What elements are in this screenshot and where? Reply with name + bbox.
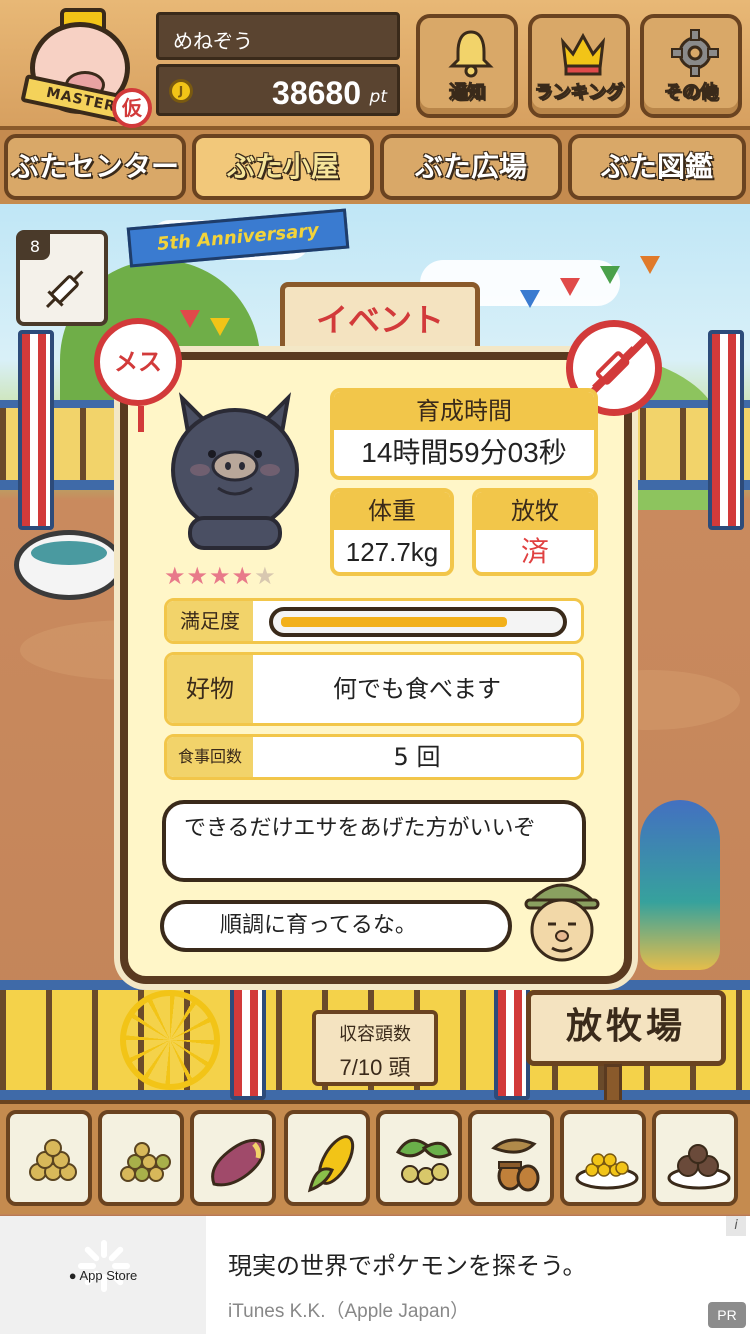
favorite-food-label: 好物 [167,655,253,723]
crown-icon [560,32,606,76]
mixed-beans-icon [120,1142,171,1182]
main-tab-bar: ぶたセンター ぶた小屋 ぶた広場 ぶた図鑑 [0,130,750,204]
weight-value: 127.7kg [345,537,439,567]
vaccine-count: 8 [20,234,50,260]
food-bar [0,1100,750,1214]
tab-pig-encyclopedia[interactable]: ぶた図鑑 [568,134,746,200]
food-leafy-nuts[interactable] [376,1110,462,1206]
food-corn[interactable] [284,1110,370,1206]
coin-icon: J [169,79,193,103]
grain-plate-icon [575,1153,639,1190]
satisfaction-row: 満足度 [164,598,584,644]
event-sign[interactable]: イベント [280,282,480,362]
striped-pole [708,330,744,530]
favorite-food-row: 好物 何でも食べます [164,652,584,726]
ranking-button[interactable]: ランキング [528,14,630,118]
tab-pig-hut[interactable]: ぶた小屋 [192,134,374,200]
bunting-flag [210,318,230,336]
tab-pig-plaza[interactable]: ぶた広場 [380,134,562,200]
meal-count-value: 5 回 [393,743,441,771]
sweet-potato-icon [211,1138,265,1187]
meal-count-row: 食事回数 5 回 [164,734,584,780]
striped-pole [494,980,530,1100]
capacity-value: 7/10 頭 [339,1055,411,1080]
notification-label: 通知 [449,82,486,104]
striped-pole [18,330,54,530]
notification-button[interactable]: 通知 [416,14,518,118]
rating-star: ★ [231,562,255,590]
ad-image[interactable]: ● App Store [0,1216,206,1334]
player-avatar[interactable]: MASTER 仮 [16,8,152,128]
bunting-flag [640,256,660,274]
sign-pole [604,1064,622,1104]
pasture-button[interactable]: 放牧場 [526,990,726,1066]
comment-speech-bubble: 順調に育ってるな。 [160,900,512,952]
food-sweet-potato[interactable] [190,1110,276,1206]
farmer-icon [524,883,600,962]
app-store-label: ● App Store [68,1268,138,1283]
rating-star: ★ [254,562,277,590]
bunting-flag [560,278,580,296]
food-mixed-beans[interactable] [98,1110,184,1206]
satisfaction-meter [269,607,567,637]
grazing-label: 放牧 [476,492,594,530]
other-button[interactable]: その他 [640,14,742,118]
rarity-stars: ★★★★★ [164,562,277,590]
corn-icon [307,1135,355,1193]
ranking-label: ランキング [534,82,624,104]
rating-star: ★ [209,562,232,590]
raising-time-box: 育成時間 14時間59分03秒 [330,388,598,480]
rating-star: ★ [186,562,210,590]
ad-info-icon[interactable]: i [726,1216,746,1236]
provisional-badge: 仮 [112,88,152,128]
bell-icon [448,30,494,78]
bunting-flag [520,290,540,308]
satisfaction-label: 満足度 [167,601,253,641]
bunting-flag [180,310,200,328]
soybeans-icon [29,1139,77,1181]
food-meatball-plate[interactable] [652,1110,738,1206]
satisfaction-meter-fill [281,617,507,627]
water-bowl [14,530,124,600]
vaccine-item-button[interactable]: 8 [16,230,108,326]
points-unit: pt [369,87,387,107]
capacity-label: 収容頭数 [339,1024,411,1045]
syringe-icon [45,270,84,309]
capacity-sign: 収容頭数 7/10 頭 [312,1010,438,1086]
striped-pole [230,980,266,1100]
weight-box: 体重 127.7kg [330,488,454,576]
bunting-flag [600,266,620,284]
points-display: J 38680 pt [156,64,400,116]
rating-star: ★ [164,562,187,590]
advice-speech-bubble: できるだけエサをあげた方がいいぞ [162,800,586,882]
meatball-plate-icon [667,1144,731,1190]
gear-icon [671,29,719,77]
raising-time-label: 育成時間 [334,392,594,430]
player-name: めねぞう [156,12,400,60]
acorn-icon [491,1138,540,1192]
top-header: MASTER 仮 めねぞう J 38680 pt 通知 ランキング その他 [0,0,750,130]
favorite-food-value: 何でも食べます [333,675,501,703]
tab-pig-center[interactable]: ぶたセンター [4,134,186,200]
ad-title[interactable]: 現実の世界でポケモンを探そう。 [228,1246,587,1281]
wild-boar-pig-image[interactable] [160,388,310,558]
grazing-box: 放牧 済 [472,488,598,576]
ad-banner[interactable]: ● App Store 現実の世界でポケモンを探そう。 iTunes K.K.（… [0,1216,750,1334]
ad-pr-badge: PR [708,1302,746,1328]
leafy-nuts-icon [395,1138,452,1185]
food-grain-plate[interactable] [560,1110,646,1206]
food-soybeans[interactable] [6,1110,92,1206]
food-acorn[interactable] [468,1110,554,1206]
weight-label: 体重 [334,492,450,530]
ad-advertiser: iTunes K.K.（Apple Japan） [228,1301,470,1322]
peacock [640,800,720,970]
grazing-status: 済 [520,536,549,567]
sparkle-icon [78,1240,130,1292]
apple-icon: ● [68,1268,77,1283]
ferris-wheel [120,990,220,1090]
meal-count-label: 食事回数 [167,737,253,777]
points-value: 38680 [272,75,361,111]
other-label: その他 [664,82,719,104]
raising-time-value: 14時間59分03秒 [361,437,567,468]
